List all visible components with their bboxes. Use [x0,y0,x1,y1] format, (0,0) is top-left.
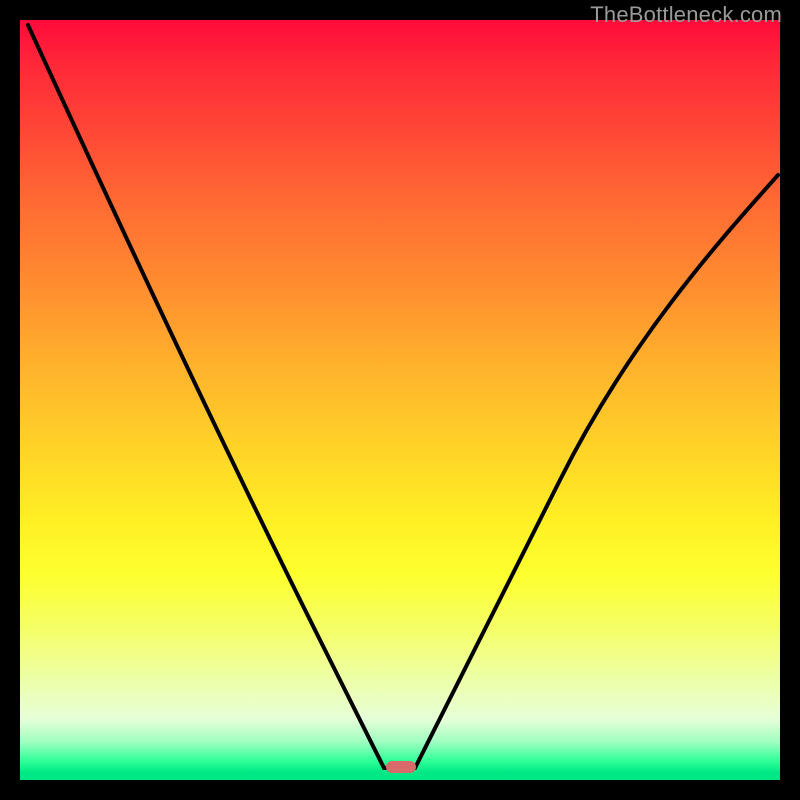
curve-path [28,25,778,768]
watermark-text: TheBottleneck.com [590,2,782,28]
optimum-marker [386,761,416,773]
plot-area [20,20,780,780]
bottleneck-curve [20,20,780,780]
chart-container: TheBottleneck.com [0,0,800,800]
